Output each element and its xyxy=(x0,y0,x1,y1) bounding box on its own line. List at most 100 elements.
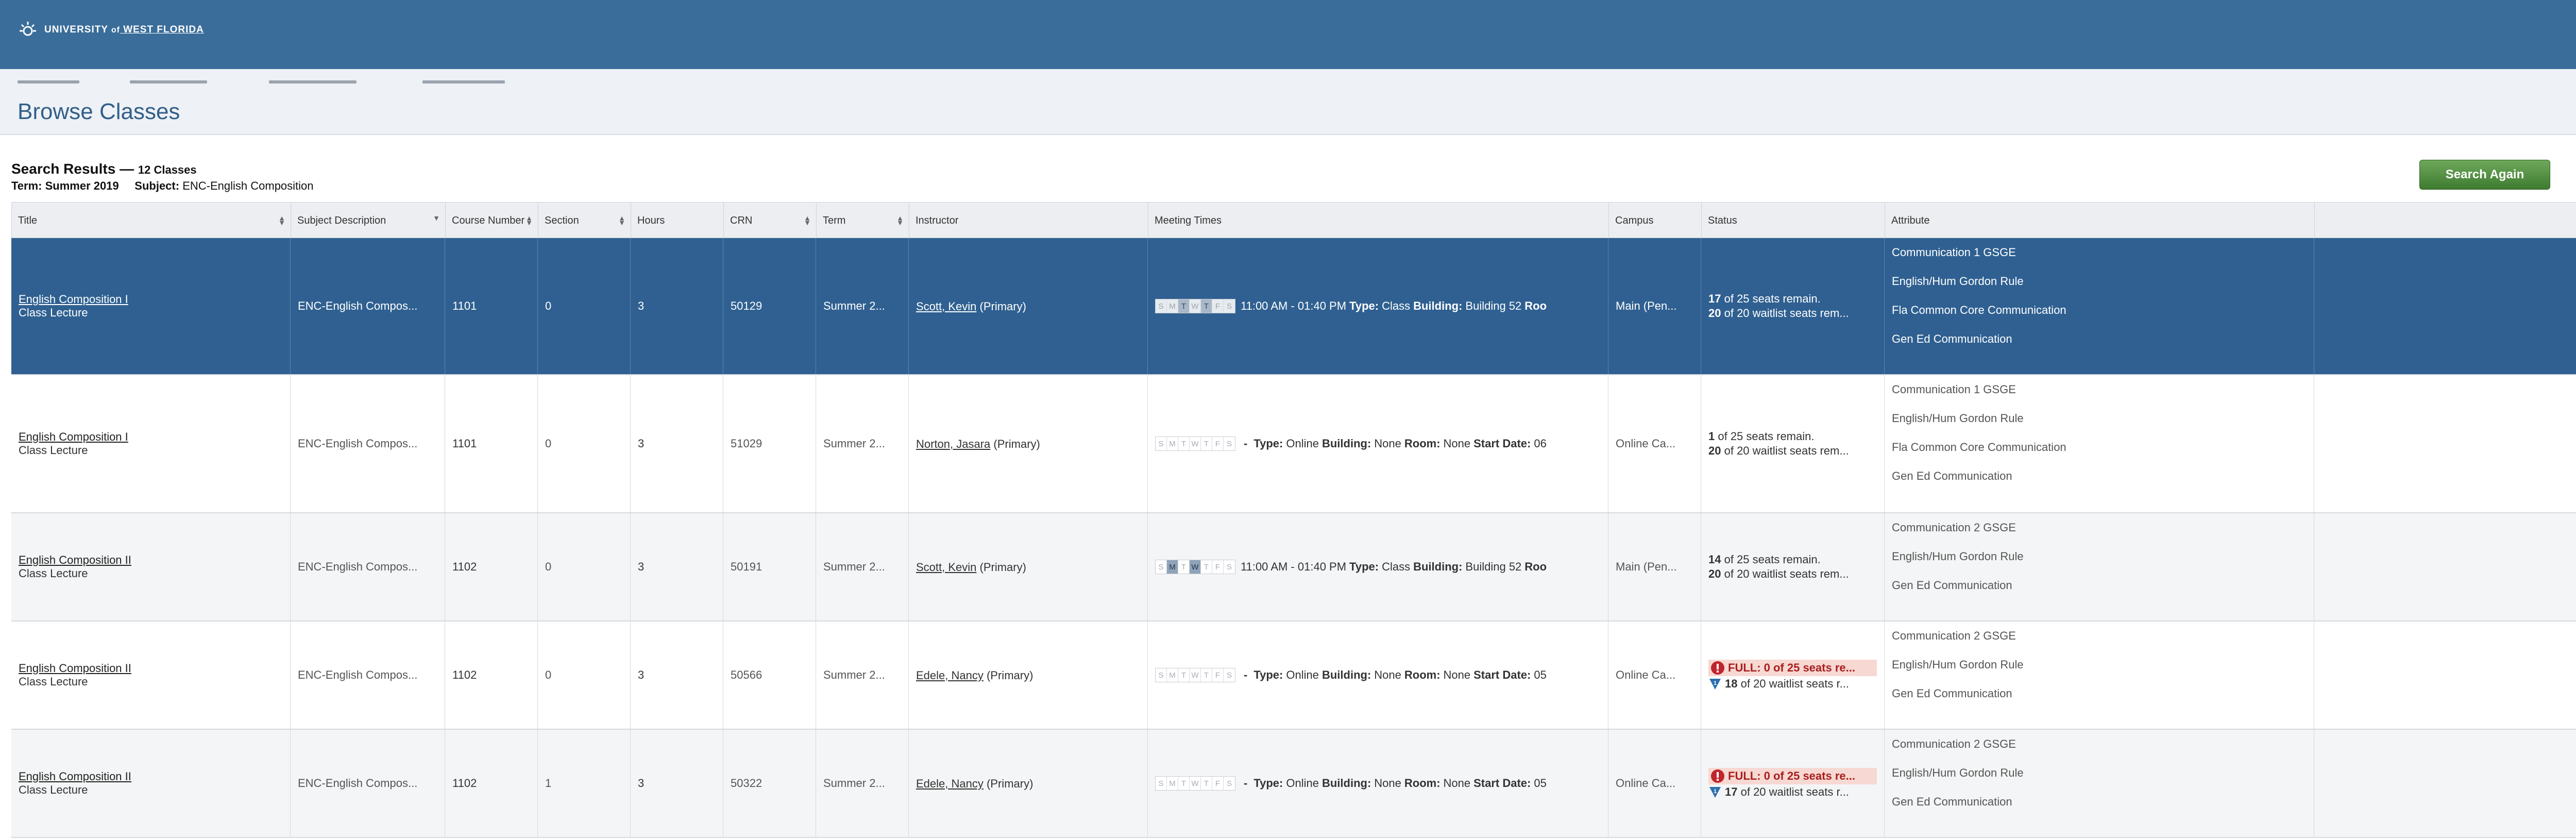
instructor-link[interactable]: Edele, Nancy xyxy=(916,669,984,682)
crn-cell: 50191 xyxy=(723,513,816,620)
term-cell: Summer 2... xyxy=(816,513,909,620)
day-indicator: W xyxy=(1190,560,1201,574)
day-indicator: T xyxy=(1201,299,1212,313)
sort-desc-icon[interactable]: ▼ xyxy=(433,214,440,222)
day-indicator: M xyxy=(1167,668,1178,682)
course-title-link[interactable]: English Composition I xyxy=(19,430,283,444)
title-cell: English Composition II Class Lecture xyxy=(11,622,291,729)
column-header-crn[interactable]: CRN ▲ ▼ xyxy=(724,203,817,239)
day-indicator: F xyxy=(1212,560,1224,574)
column-header-attribute[interactable]: Attribute xyxy=(1885,203,2315,239)
sort-icon[interactable]: ▲ ▼ xyxy=(896,214,904,226)
day-indicator: F xyxy=(1212,299,1224,313)
day-indicator: T xyxy=(1178,299,1190,313)
attribute-cell: Communication 1 GSGE English/Hum Gordon R… xyxy=(1885,375,2314,512)
waitlist-icon: 1 xyxy=(1709,679,1721,690)
alert-icon xyxy=(1711,769,1724,783)
logo-text: UNIVERSITY of WEST FLORIDA xyxy=(44,24,204,35)
course-number-cell: 1102 xyxy=(445,513,538,620)
column-header-status[interactable]: Status xyxy=(1702,203,1885,239)
crn-cell: 50129 xyxy=(723,238,816,374)
course-subtitle: Class Lecture xyxy=(19,444,88,457)
meeting-time: - xyxy=(1244,668,1248,681)
attribute-item: English/Hum Gordon Rule xyxy=(1892,412,2024,425)
column-header-instructor[interactable]: Instructor xyxy=(909,203,1148,239)
meeting-times-cell: S M T W T F S - Type: Online Building: None Room: Non… xyxy=(1148,375,1608,512)
day-indicator: T xyxy=(1201,668,1212,682)
day-indicator: W xyxy=(1190,299,1201,313)
day-indicator: W xyxy=(1190,668,1201,682)
subject-cell: ENC-English Compos... xyxy=(291,622,445,729)
instructor-link[interactable]: Edele, Nancy xyxy=(916,777,984,790)
table-row[interactable]: English Composition II Class Lecture ENC-E… xyxy=(11,730,2576,838)
table-row[interactable]: English Composition II Class Lecture ENC-E… xyxy=(11,622,2576,730)
day-indicator: F xyxy=(1212,437,1224,450)
room-label: Room: xyxy=(1404,437,1440,450)
column-header-section[interactable]: Section ▲ ▼ xyxy=(538,203,631,239)
section-cell: 0 xyxy=(538,375,631,512)
meeting-building: Building 52 xyxy=(1465,560,1522,573)
building-label: Building: xyxy=(1321,437,1371,450)
term-cell: Summer 2... xyxy=(816,730,909,837)
meeting-days: SMTWTFS xyxy=(1155,668,1235,682)
room-label: Roo xyxy=(1524,560,1547,573)
instructor-link[interactable]: Scott, Kevin xyxy=(916,300,976,313)
start-date-label: Start Date: xyxy=(1473,437,1531,450)
day-indicator: T xyxy=(1201,560,1212,574)
day-indicator: T xyxy=(1201,437,1212,450)
title-cell: English Composition II Class Lecture xyxy=(11,513,291,620)
course-title-link[interactable]: English Composition II xyxy=(19,662,283,675)
column-header-course-number[interactable]: Course Number ▲ ▼ xyxy=(446,203,538,239)
spacer-cell xyxy=(2314,238,2576,374)
start-date: 05 xyxy=(1534,668,1547,681)
table-row[interactable]: English Composition I Class Lecture ENC-En… xyxy=(11,375,2576,513)
column-header-title[interactable]: Title ▲ ▼ xyxy=(12,203,291,239)
university-logo[interactable]: UNIVERSITY of WEST FLORIDA xyxy=(18,20,204,40)
attribute-item: English/Hum Gordon Rule xyxy=(1892,550,2024,563)
instructor-cell: Edele, Nancy (Primary) xyxy=(909,622,1148,729)
column-header-term[interactable]: Term ▲ ▼ xyxy=(817,203,909,239)
sort-icon[interactable]: ▲ ▼ xyxy=(526,214,533,226)
column-header-hours[interactable]: Hours xyxy=(631,203,724,239)
column-header-subject[interactable]: Subject Description ▼ xyxy=(291,203,446,239)
spacer-cell xyxy=(2314,730,2576,837)
instructor-link[interactable]: Scott, Kevin xyxy=(916,561,976,574)
waitlist-count: 18 xyxy=(1725,677,1738,690)
sort-icon[interactable]: ▲ ▼ xyxy=(618,214,625,226)
course-title-link[interactable]: English Composition II xyxy=(19,553,283,567)
meeting-type: Online xyxy=(1286,777,1319,790)
crn-cell: 50322 xyxy=(723,730,816,837)
day-indicator: S xyxy=(1156,777,1167,790)
building-label: Building: xyxy=(1321,777,1371,790)
column-header-campus[interactable]: Campus xyxy=(1609,203,1702,239)
meeting-building: Building 52 xyxy=(1465,299,1522,312)
meeting-days: SMTWTFS xyxy=(1155,776,1235,791)
attribute-cell: Communication 2 GSGE English/Hum Gordon R… xyxy=(1885,622,2314,729)
meeting-days: SMTWTFS xyxy=(1155,560,1235,574)
meeting-days: SMTWTFS xyxy=(1155,437,1235,451)
svg-text:1: 1 xyxy=(1714,680,1717,686)
day-indicator: S xyxy=(1224,777,1235,790)
course-title-link[interactable]: English Composition II xyxy=(19,770,283,783)
sort-icon[interactable]: ▲ ▼ xyxy=(278,214,285,226)
sort-icon[interactable]: ▲ ▼ xyxy=(804,214,811,226)
table-row[interactable]: English Composition II Class Lecture ENC-E… xyxy=(11,513,2576,622)
attribute-cell: Communication 2 GSGE English/Hum Gordon R… xyxy=(1885,730,2314,837)
room-label: Room: xyxy=(1404,668,1440,681)
meeting-time: 11:00 AM - 01:40 PM xyxy=(1241,299,1347,312)
course-number-cell: 1101 xyxy=(445,238,538,374)
top-bar: UNIVERSITY of WEST FLORIDA xyxy=(0,0,2576,69)
course-title-link[interactable]: English Composition I xyxy=(19,293,283,306)
day-indicator: S xyxy=(1224,299,1235,313)
meeting-room: None xyxy=(1443,777,1471,790)
meeting-type: Online xyxy=(1286,668,1319,681)
subject-cell: ENC-English Compos... xyxy=(291,513,445,620)
meeting-type: Class xyxy=(1382,299,1411,312)
table-row[interactable]: English Composition I Class Lecture ENC-En… xyxy=(11,238,2576,375)
column-header-meeting-times[interactable]: Meeting Times xyxy=(1148,203,1609,239)
search-again-button[interactable]: Search Again xyxy=(2419,160,2550,190)
instructor-cell: Scott, Kevin (Primary) xyxy=(909,238,1148,374)
instructor-link[interactable]: Norton, Jasara xyxy=(916,438,990,450)
term-cell: Summer 2... xyxy=(816,375,909,512)
hours-cell: 3 xyxy=(631,238,723,374)
